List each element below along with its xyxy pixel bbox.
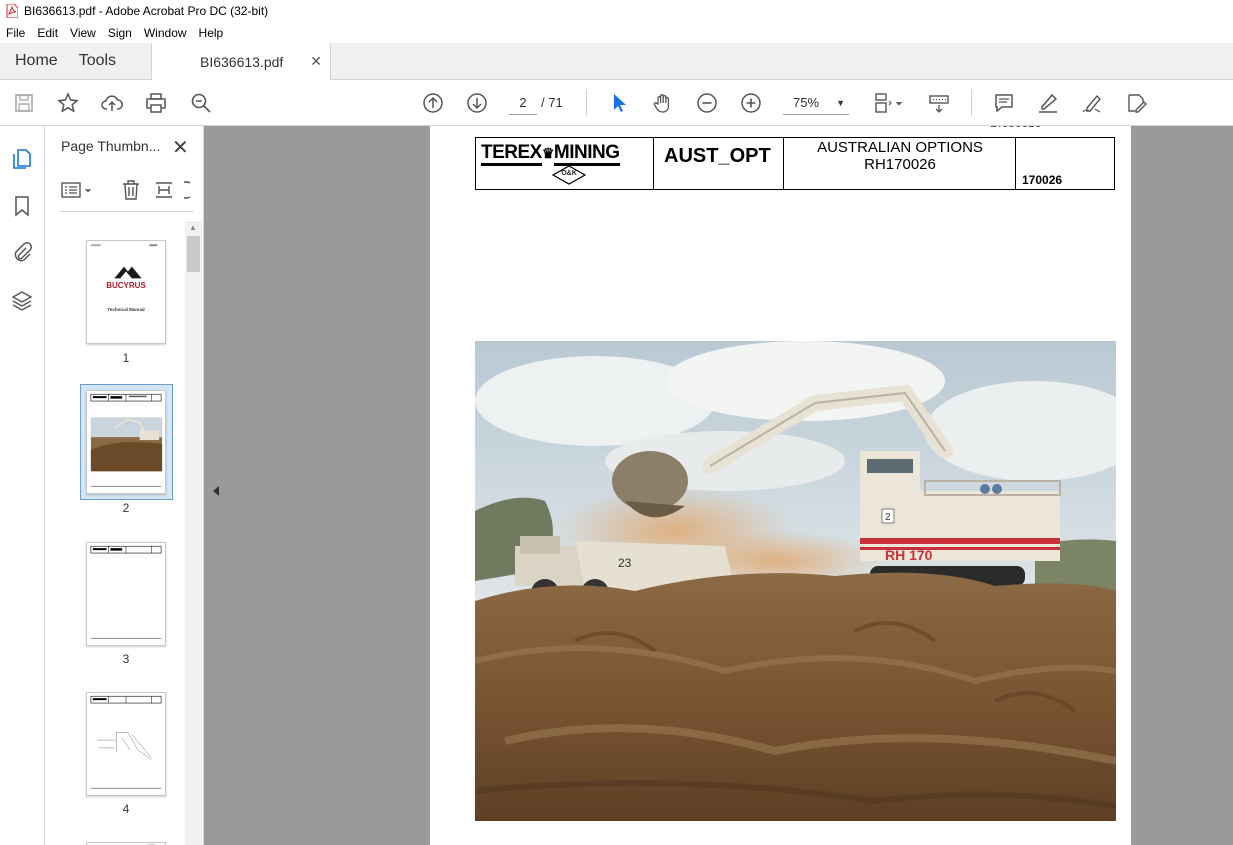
excavator-photo: 23 RH 170 2 xyxy=(475,341,1116,821)
toolbar-divider xyxy=(586,90,587,116)
title-bar: BI636613.pdf - Adobe Acrobat Pro DC (32-… xyxy=(0,0,1233,22)
logo-brand-right: MINING xyxy=(553,142,620,166)
tab-bar: Home Tools BI636613.pdf ✕ xyxy=(0,43,1233,80)
document-tab-label: BI636613.pdf xyxy=(200,53,284,70)
document-header-table: TEREX♛MINING O&K AUST_OPT AUSTRALIAN OPT… xyxy=(475,137,1115,190)
rotate-clockwise-icon[interactable] xyxy=(184,179,196,203)
document-viewer[interactable]: BI636613 TEREX♛MINING O&K AUST_OPT AUSTR… xyxy=(228,126,1233,845)
previous-page-icon[interactable] xyxy=(421,91,445,115)
zoom-out-icon[interactable] xyxy=(695,91,719,115)
delete-trash-icon[interactable] xyxy=(120,179,144,203)
print-icon[interactable] xyxy=(144,91,168,115)
thumbnail-1-caption: Technical Manual xyxy=(107,307,145,312)
excavator-photo-illustration: 23 RH 170 2 xyxy=(475,341,1116,821)
layers-icon[interactable] xyxy=(11,290,35,314)
page-fit-icon[interactable] xyxy=(871,91,895,115)
window-title: BI636613.pdf - Adobe Acrobat Pro DC (32-… xyxy=(24,4,269,18)
thumbnail-1-brand: BUCYRUS xyxy=(106,281,146,290)
truck-number: 23 xyxy=(618,556,632,570)
thumbnail-label-2: 2 xyxy=(122,501,130,515)
thumbnail-3-preview xyxy=(90,545,162,639)
page-top-edge-text: BI636613 xyxy=(990,126,1041,130)
cab-number: 2 xyxy=(885,512,891,523)
zoom-in-icon[interactable] xyxy=(739,91,763,115)
thumbnail-page-4[interactable] xyxy=(86,692,166,796)
upload-cloud-icon[interactable] xyxy=(100,91,124,115)
fill-sign-icon[interactable] xyxy=(1124,91,1148,115)
comment-icon[interactable] xyxy=(992,91,1016,115)
thumbnail-label-4: 4 xyxy=(122,802,130,816)
menu-bar: File Edit View Sign Window Help xyxy=(0,22,1233,43)
menu-view[interactable]: View xyxy=(64,26,102,40)
close-tab-icon[interactable]: ✕ xyxy=(310,53,322,70)
ok-mark-text: O&K xyxy=(561,170,577,177)
thumbnail-1-preview xyxy=(90,244,158,279)
crown-icon: ♛ xyxy=(541,145,555,161)
left-navigation-rail xyxy=(0,126,45,845)
attachments-paperclip-icon[interactable] xyxy=(11,241,35,265)
menu-sign[interactable]: Sign xyxy=(102,26,138,40)
logo-brand-left: TEREX xyxy=(481,142,542,166)
thumbnail-label-3: 3 xyxy=(122,652,130,666)
collapse-arrow-icon xyxy=(213,486,219,496)
main-toolbar: 2 / 71 75% ▼ xyxy=(0,80,1233,126)
menu-window[interactable]: Window xyxy=(138,26,193,40)
thumbnail-2-preview xyxy=(90,393,163,487)
panel-divider xyxy=(60,211,194,212)
document-title-line-1: AUSTRALIAN OPTIONS xyxy=(817,139,983,156)
panel-title: Page Thumbn... xyxy=(61,138,161,154)
thumbnail-scrollbar-thumb[interactable] xyxy=(187,236,200,272)
hand-tool-icon[interactable] xyxy=(651,91,675,115)
header-title-cell: AUSTRALIAN OPTIONS RH170026 xyxy=(784,138,1016,189)
scroll-up-arrow-icon[interactable]: ▲ xyxy=(189,223,197,232)
thumbnail-label-1: 1 xyxy=(122,351,130,365)
menu-file[interactable]: File xyxy=(0,26,31,40)
rotate-pages-icon[interactable] xyxy=(153,179,177,203)
header-code-cell: AUST_OPT xyxy=(654,138,784,189)
page-thumbnails-icon[interactable] xyxy=(11,148,35,172)
tab-document[interactable]: BI636613.pdf ✕ xyxy=(151,43,331,80)
header-number-cell: 170026 xyxy=(1016,138,1114,189)
header-logo-cell: TEREX♛MINING O&K xyxy=(476,138,654,189)
page-number-input[interactable]: 2 xyxy=(509,91,537,115)
zoom-level-value: 75% xyxy=(793,95,820,110)
save-icon[interactable] xyxy=(12,91,36,115)
bookmarks-icon[interactable] xyxy=(11,195,35,219)
panel-collapse-handle[interactable] xyxy=(204,126,228,845)
keyboard-scroll-icon[interactable] xyxy=(927,91,951,115)
document-title-line-2: RH170026 xyxy=(864,156,936,173)
tab-tools[interactable]: Tools xyxy=(73,43,131,79)
bookmark-star-icon[interactable] xyxy=(56,91,80,115)
page-thumbnails-panel: Page Thumbn... ✕ BUCYRUS Technical Manua… xyxy=(46,126,204,845)
zoom-search-icon[interactable] xyxy=(189,91,213,115)
machine-label: RH 170 xyxy=(885,547,933,563)
highlight-pen-icon[interactable] xyxy=(1036,91,1060,115)
pdf-page: BI636613 TEREX♛MINING O&K AUST_OPT AUSTR… xyxy=(430,126,1131,845)
toolbar-divider-2 xyxy=(971,90,972,116)
thumbnail-page-1[interactable]: BUCYRUS Technical Manual xyxy=(86,240,166,344)
thumbnail-options-icon[interactable] xyxy=(60,179,84,203)
page-total: / 71 xyxy=(541,95,563,110)
document-code: AUST_OPT xyxy=(664,145,771,167)
tab-home[interactable]: Home xyxy=(0,43,73,79)
thumbnail-4-preview xyxy=(90,695,162,789)
select-cursor-icon[interactable] xyxy=(607,91,631,115)
next-page-icon[interactable] xyxy=(465,91,489,115)
options-chevron-icon[interactable] xyxy=(84,179,94,203)
thumbnail-page-3[interactable] xyxy=(86,542,166,646)
menu-edit[interactable]: Edit xyxy=(31,26,64,40)
chevron-down-icon: ▼ xyxy=(836,98,845,108)
document-number: 170026 xyxy=(1022,173,1063,187)
close-panel-icon[interactable]: ✕ xyxy=(172,135,189,160)
menu-help[interactable]: Help xyxy=(193,26,230,40)
zoom-level-dropdown[interactable]: 75% ▼ xyxy=(783,91,849,115)
page-fit-chevron-icon[interactable] xyxy=(893,91,905,115)
terex-mining-logo: TEREX♛MINING xyxy=(481,142,620,166)
thumbnail-scrollbar[interactable] xyxy=(185,221,202,845)
acrobat-pdf-icon xyxy=(6,4,18,18)
panel-toolbar xyxy=(46,174,204,210)
draw-sign-icon[interactable] xyxy=(1080,91,1104,115)
thumbnail-page-2[interactable] xyxy=(86,390,166,494)
